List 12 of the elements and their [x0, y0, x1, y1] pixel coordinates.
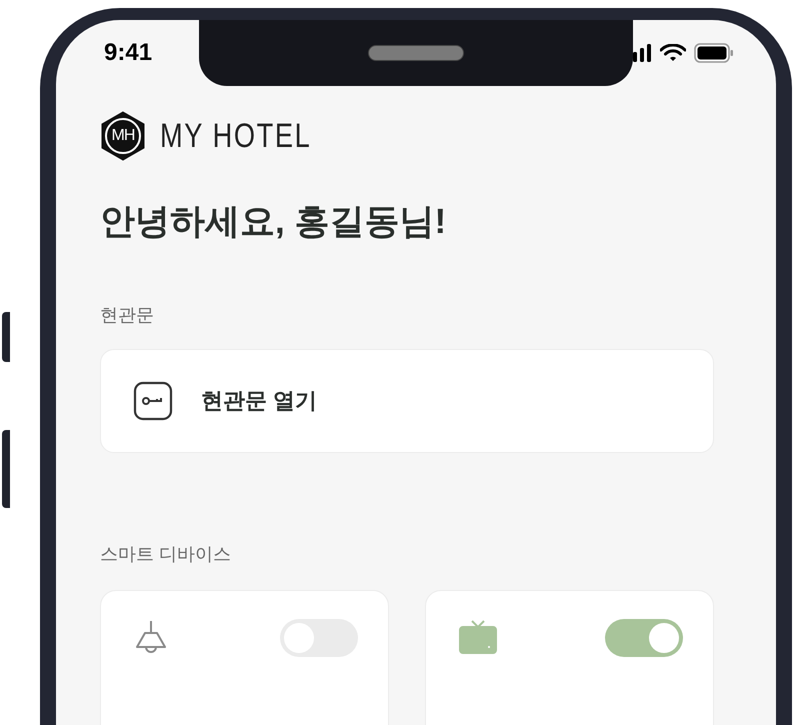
logo-mark: MH: [112, 126, 134, 146]
toggle-switch[interactable]: [605, 618, 683, 657]
open-door-button[interactable]: 현관문 열기: [100, 348, 714, 453]
battery-icon: [694, 43, 734, 63]
section-label: 현관문: [100, 304, 155, 327]
section-label: 스마트 디바이스: [100, 542, 232, 566]
wifi-icon: [660, 44, 686, 62]
status-time: 9:41: [104, 38, 152, 68]
logo-wordmark: MY HOTEL: [160, 119, 312, 153]
greeting-heading: 안녕하세요, 홍길동님!: [100, 201, 448, 243]
key-icon: [133, 380, 173, 421]
tv-icon: [458, 618, 498, 655]
